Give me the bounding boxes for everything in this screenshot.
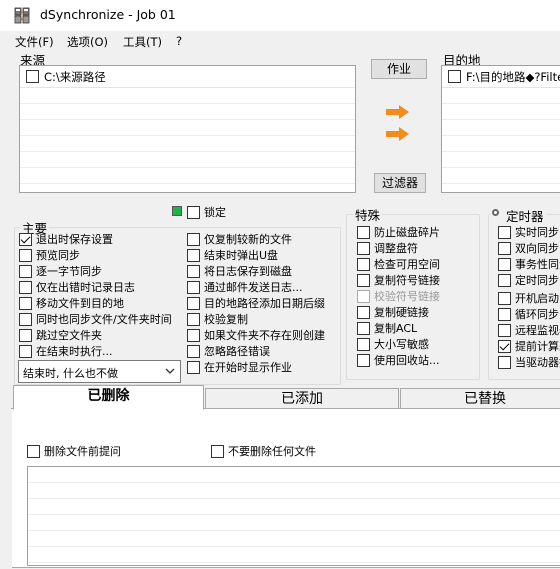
list-row [28,515,560,531]
timer-label: 定时器 [506,209,544,224]
checkbox[interactable] [357,322,370,335]
list-row [442,152,560,168]
checkbox[interactable] [19,297,32,310]
app-icon [14,7,30,24]
checkbox[interactable] [19,345,32,358]
checkbox[interactable] [187,361,200,374]
checkbox[interactable] [498,292,511,305]
source-path-checkbox[interactable] [26,70,39,83]
list-row [442,136,560,152]
list-row [20,120,355,136]
menu-file[interactable]: 文件(F) [15,34,54,50]
checkbox[interactable] [498,340,511,353]
arrow-right-icon [386,127,409,141]
checkbox[interactable] [27,445,40,458]
checkbox[interactable] [187,265,200,278]
tab-replaced[interactable]: 已替换 [400,388,560,409]
checkbox[interactable] [498,226,511,239]
checkbox[interactable] [19,233,32,246]
checkbox[interactable] [357,258,370,271]
checkbox[interactable] [498,324,511,337]
list-row [20,168,355,184]
timer-header[interactable]: 定时器 [490,206,546,225]
checkbox [357,290,370,303]
source-path-text: C:\来源路径 [44,70,106,84]
checkbox[interactable] [357,242,370,255]
list-row [442,168,560,184]
tab-added[interactable]: 已添加 [205,388,399,409]
lock-label: 锁定 [204,206,226,219]
list-row [28,499,560,515]
menu-bar: 文件(F) 选项(O) 工具(T) ? [0,31,560,51]
destination-path-checkbox[interactable] [448,70,461,83]
checkbox[interactable] [187,345,200,358]
special-label: 特殊 [353,205,383,224]
on-finish-dropdown[interactable]: 结束时, 什么也不做 [18,360,181,383]
list-row [20,88,355,104]
list-row [28,531,560,547]
tab-deleted[interactable]: 已删除 [13,385,204,410]
checkbox[interactable] [19,249,32,262]
checkbox[interactable] [498,274,511,287]
checkbox[interactable] [498,356,511,369]
list-row [442,88,560,104]
destination-path-text: F:\目的地路◆?Filte [466,70,560,84]
menu-help[interactable]: ? [176,34,182,48]
checkbox[interactable] [211,445,224,458]
list-row [20,152,355,168]
lock-checkbox[interactable] [187,206,200,219]
title-bar[interactable]: dSynchronize - Job 01 [0,0,560,31]
list-row [28,547,560,563]
destination-list[interactable]: F:\目的地路◆?Filte [441,65,560,193]
checkbox[interactable] [19,281,32,294]
checkbox[interactable] [357,306,370,319]
filter-button[interactable]: 过滤器 [374,173,426,193]
checkbox[interactable] [498,308,511,321]
checkbox[interactable] [187,297,200,310]
checkbox[interactable] [498,258,511,271]
checkbox[interactable] [357,274,370,287]
on-finish-value: 结束时, 什么也不做 [23,367,118,380]
source-list[interactable]: C:\来源路径 [19,65,356,193]
lock-indicator [172,206,182,216]
deleted-files-list[interactable] [27,466,560,566]
list-row [20,136,355,152]
list-row [442,120,560,136]
arrow-right-icon [386,105,409,119]
checkbox[interactable] [187,233,200,246]
checkbox[interactable] [19,313,32,326]
checkbox[interactable] [19,329,32,342]
checkbox[interactable] [357,226,370,239]
timer-radio-icon[interactable] [492,209,499,216]
checkbox[interactable] [357,338,370,351]
list-row [20,104,355,120]
window-title: dSynchronize - Job 01 [40,7,176,22]
checkbox[interactable] [498,242,511,255]
destination-path-row[interactable]: F:\目的地路◆?Filte [442,66,560,88]
menu-tools[interactable]: 工具(T) [123,34,162,50]
checkbox[interactable] [357,354,370,367]
panel-gutter [1,409,12,569]
checkbox[interactable] [187,249,200,262]
menu-options[interactable]: 选项(O) [67,34,108,50]
list-row [442,104,560,120]
source-path-row[interactable]: C:\来源路径 [20,66,355,88]
list-row [28,467,560,483]
checkbox[interactable] [187,313,200,326]
job-button[interactable]: 作业 [371,59,427,79]
checkbox[interactable] [19,265,32,278]
checkbox[interactable] [187,329,200,342]
checkbox[interactable] [187,281,200,294]
list-row [28,483,560,499]
chevron-down-icon [165,368,175,374]
